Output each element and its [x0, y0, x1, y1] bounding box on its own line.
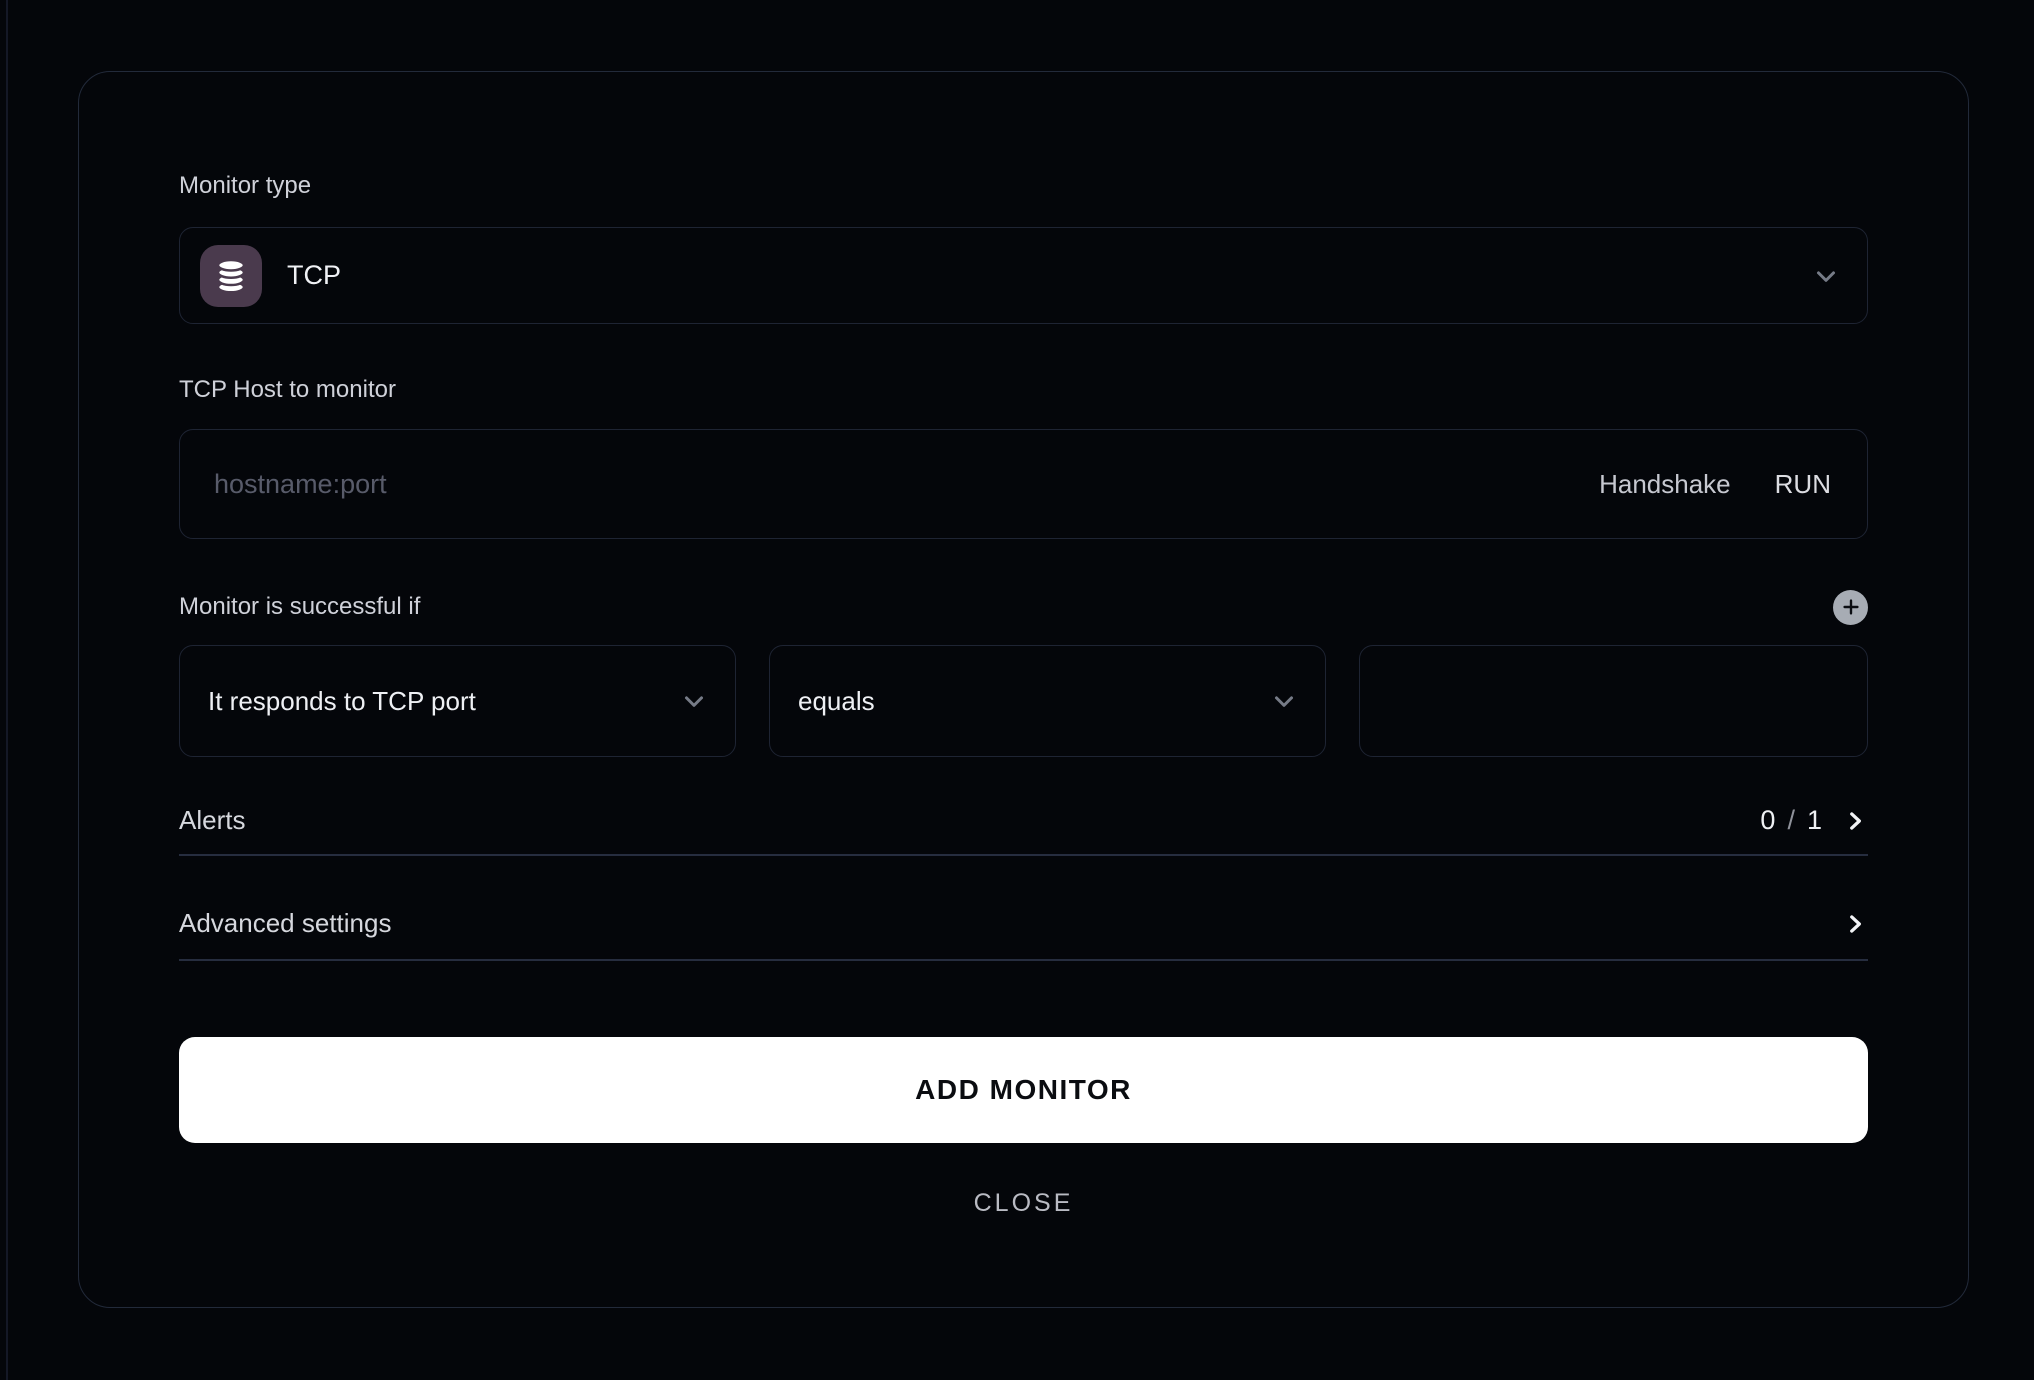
chevron-down-icon [1811, 261, 1841, 291]
close-button[interactable]: CLOSE [179, 1189, 1868, 1218]
alerts-count-current: 0 [1760, 805, 1775, 835]
condition-source-select[interactable]: It responds to TCP port [179, 645, 736, 757]
alerts-label: Alerts [179, 805, 245, 836]
handshake-button[interactable]: Handshake [1599, 469, 1731, 500]
alerts-row[interactable]: Alerts 0/1 [179, 805, 1868, 856]
condition-source-value: It responds to TCP port [208, 686, 679, 717]
left-edge-divider [6, 0, 8, 1380]
add-monitor-button[interactable]: ADD MONITOR [179, 1037, 1868, 1143]
conditions-row: It responds to TCP port equals [179, 645, 1868, 757]
alerts-count: 0/1 [1760, 805, 1822, 836]
host-label: TCP Host to monitor [179, 375, 1868, 405]
monitor-type-value: TCP [287, 260, 1811, 291]
alerts-count-total: 1 [1807, 805, 1822, 835]
chevron-down-icon [1269, 686, 1299, 716]
success-label: Monitor is successful if [179, 592, 420, 622]
database-icon [200, 245, 262, 307]
condition-operator-select[interactable]: equals [769, 645, 1326, 757]
add-monitor-dialog: Monitor type TCP TCP Host to monitor [78, 71, 1969, 1308]
monitor-type-label: Monitor type [179, 171, 1868, 201]
chevron-right-icon [1842, 911, 1868, 937]
advanced-settings-label: Advanced settings [179, 908, 391, 939]
plus-icon [1840, 596, 1862, 618]
condition-target-input[interactable] [1388, 686, 1841, 717]
screen: Monitor type TCP TCP Host to monitor [0, 0, 2034, 1380]
host-input-wrap: Handshake RUN [179, 429, 1868, 539]
advanced-settings-row[interactable]: Advanced settings [179, 908, 1868, 961]
host-input[interactable] [214, 469, 1555, 500]
success-header: Monitor is successful if [179, 589, 1868, 625]
run-button[interactable]: RUN [1775, 469, 1831, 500]
alerts-right: 0/1 [1760, 805, 1868, 836]
monitor-type-select[interactable]: TCP [179, 227, 1868, 324]
condition-target-wrap [1359, 645, 1868, 757]
chevron-right-icon [1842, 808, 1868, 834]
condition-operator-value: equals [798, 686, 1269, 717]
alerts-count-separator: / [1775, 805, 1807, 835]
add-assertion-button[interactable] [1833, 590, 1868, 625]
chevron-down-icon [679, 686, 709, 716]
